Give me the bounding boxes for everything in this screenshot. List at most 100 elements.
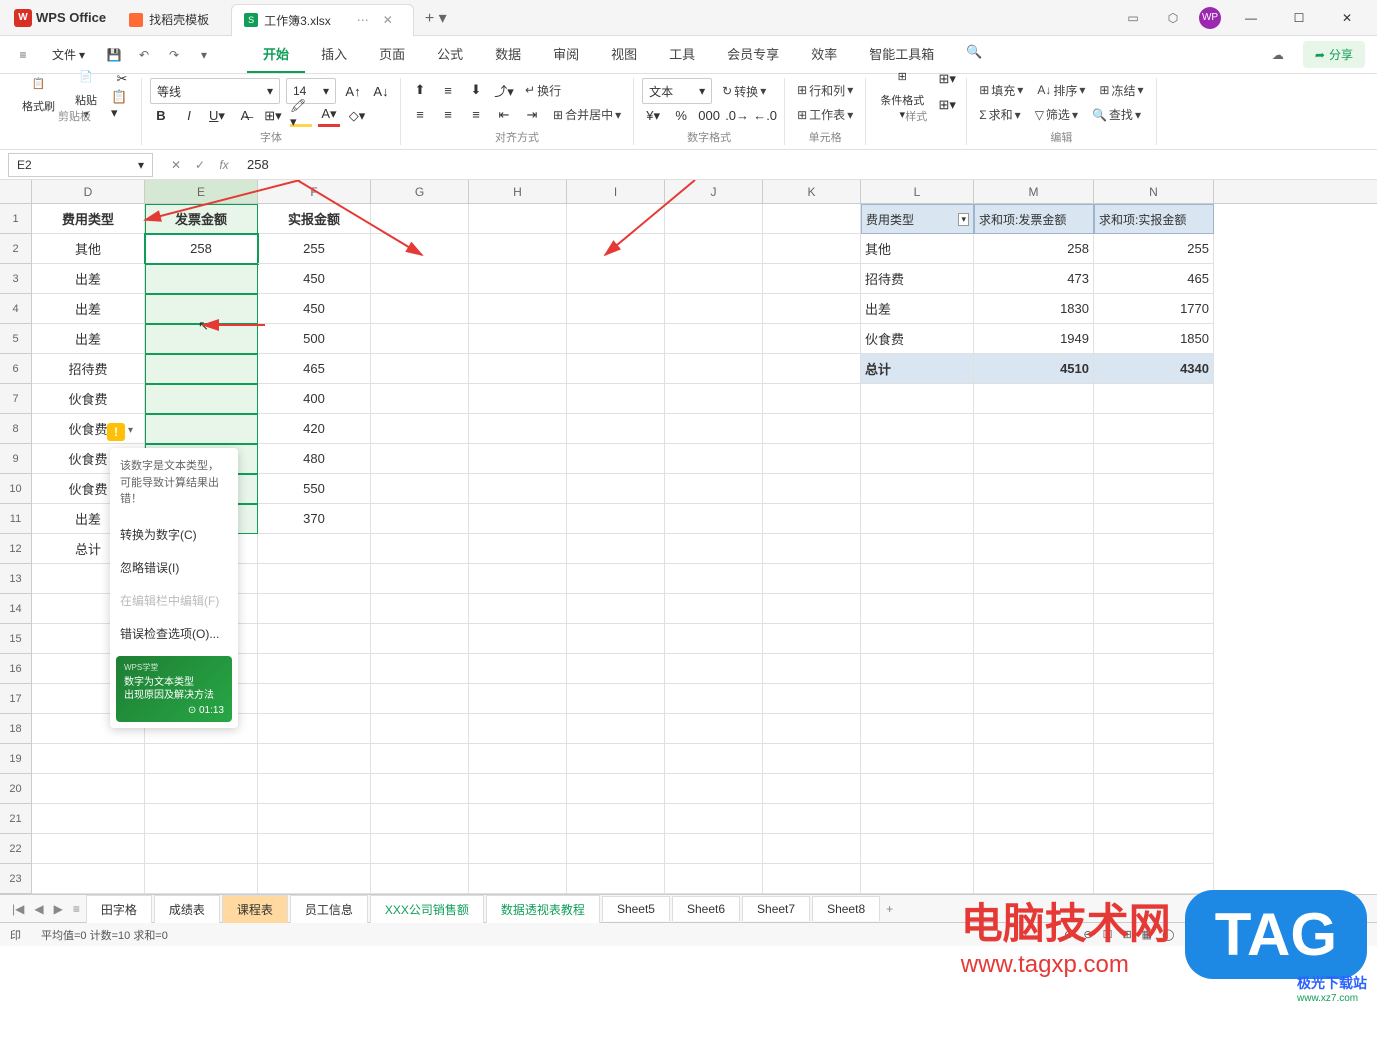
row-header[interactable]: 15 (0, 624, 32, 654)
cell[interactable] (861, 864, 974, 894)
cell[interactable] (974, 684, 1094, 714)
cell[interactable] (469, 774, 567, 804)
row-header[interactable]: 14 (0, 594, 32, 624)
cell[interactable] (861, 414, 974, 444)
align-top-icon[interactable]: ⬆ (409, 79, 431, 101)
cell[interactable]: 473 (974, 264, 1094, 294)
cell[interactable] (763, 414, 861, 444)
file-tab[interactable]: S 工作簿3.xlsx ⋯ ✕ (231, 4, 414, 36)
cell[interactable] (665, 204, 763, 234)
cell[interactable] (861, 684, 974, 714)
cell[interactable] (469, 324, 567, 354)
align-bottom-icon[interactable]: ⬇ (465, 79, 487, 101)
cell[interactable] (258, 714, 371, 744)
sheet-tab-active[interactable]: 课程表 (222, 895, 288, 923)
cell[interactable] (371, 834, 469, 864)
cell[interactable] (469, 504, 567, 534)
row-header[interactable]: 16 (0, 654, 32, 684)
cell[interactable] (763, 384, 861, 414)
cell[interactable] (1094, 714, 1214, 744)
cell[interactable] (371, 594, 469, 624)
cell[interactable] (145, 774, 258, 804)
align-left-icon[interactable]: ≡ (409, 104, 431, 126)
cell[interactable] (469, 744, 567, 774)
cell[interactable] (258, 564, 371, 594)
row-header[interactable]: 2 (0, 234, 32, 264)
cell[interactable] (665, 864, 763, 894)
cell[interactable] (567, 204, 665, 234)
redo-icon[interactable]: ↷ (163, 44, 185, 66)
row-header[interactable]: 9 (0, 444, 32, 474)
avatar[interactable]: WP (1199, 7, 1221, 29)
row-header[interactable]: 6 (0, 354, 32, 384)
cell[interactable] (258, 804, 371, 834)
sheet-tab[interactable]: 员工信息 (290, 895, 368, 923)
zoom-value[interactable]: 90% (1184, 929, 1206, 941)
cell[interactable] (665, 654, 763, 684)
add-tab-button[interactable]: + ▾ (415, 8, 457, 28)
cell[interactable] (32, 744, 145, 774)
first-sheet-icon[interactable]: |◀ (8, 900, 28, 918)
cell[interactable] (258, 654, 371, 684)
cell[interactable] (469, 264, 567, 294)
cell[interactable] (469, 384, 567, 414)
sum-button[interactable]: Σ 求和▾ (975, 104, 1024, 125)
cell[interactable] (861, 744, 974, 774)
cell[interactable]: 255 (258, 234, 371, 264)
cell[interactable] (567, 834, 665, 864)
zoom-minus-icon[interactable]: − (1216, 929, 1222, 941)
cell[interactable] (763, 654, 861, 684)
cell[interactable] (974, 744, 1094, 774)
rowcol-button[interactable]: ⊞ 行和列▾ (793, 80, 857, 101)
cell[interactable] (763, 804, 861, 834)
cell[interactable] (1094, 624, 1214, 654)
next-sheet-icon[interactable]: ▶ (50, 900, 67, 918)
row-header[interactable]: 8 (0, 414, 32, 444)
tab-view[interactable]: 视图 (595, 36, 653, 73)
cell[interactable] (145, 804, 258, 834)
cell[interactable]: 费用类型▾ (861, 204, 974, 234)
cell[interactable] (258, 534, 371, 564)
cell[interactable] (763, 204, 861, 234)
orientation-icon[interactable]: ⤴▾ (493, 79, 515, 101)
row-header[interactable]: 12 (0, 534, 32, 564)
cell[interactable] (763, 504, 861, 534)
cell[interactable]: 255 (1094, 234, 1214, 264)
cell[interactable] (974, 714, 1094, 744)
cell[interactable] (567, 414, 665, 444)
inc-decimal-icon[interactable]: .0→ (726, 105, 748, 127)
sheet-tab[interactable]: 田字格 (86, 895, 152, 923)
cell[interactable] (861, 714, 974, 744)
cell[interactable] (567, 684, 665, 714)
maximize-button[interactable]: ☐ (1281, 4, 1317, 32)
fullscreen-icon[interactable]: ⛶ (1359, 928, 1367, 941)
cell[interactable] (567, 534, 665, 564)
col-D[interactable]: D (32, 180, 145, 203)
cell[interactable] (665, 264, 763, 294)
cell[interactable] (861, 594, 974, 624)
cell[interactable] (1094, 864, 1214, 894)
cell[interactable] (974, 594, 1094, 624)
cell[interactable]: 450 (258, 264, 371, 294)
view-page-icon[interactable]: ⊞ (1122, 928, 1131, 941)
cell[interactable] (665, 624, 763, 654)
dec-decimal-icon[interactable]: ←.0 (754, 105, 776, 127)
cell[interactable] (567, 624, 665, 654)
merge-center-button[interactable]: ⊞ 合并居中▾ (549, 104, 625, 125)
cell[interactable] (567, 864, 665, 894)
cell[interactable]: 465 (1094, 264, 1214, 294)
cell[interactable] (32, 774, 145, 804)
cell[interactable]: 420 (258, 414, 371, 444)
cell[interactable] (974, 864, 1094, 894)
cell[interactable] (1094, 834, 1214, 864)
cell[interactable] (665, 354, 763, 384)
cell[interactable] (861, 564, 974, 594)
cell[interactable] (258, 624, 371, 654)
sheet-tab[interactable]: Sheet6 (672, 896, 740, 921)
error-options-item[interactable]: 错误检查选项(O)... (110, 617, 238, 650)
sheet-tab[interactable]: 数据透视表教程 (486, 895, 600, 923)
cell[interactable] (145, 864, 258, 894)
row-header[interactable]: 1 (0, 204, 32, 234)
cell[interactable] (145, 324, 258, 354)
fill-button[interactable]: ⊞ 填充▾ (975, 80, 1027, 101)
